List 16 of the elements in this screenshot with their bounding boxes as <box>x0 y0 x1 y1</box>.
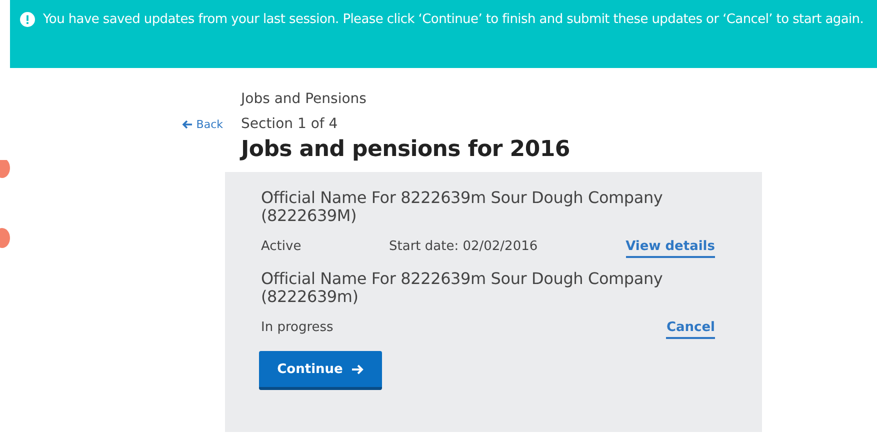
alert-message: You have saved updates from your last session. Please click ‘Continue’ to finish and submit these updates or ‘Cancel’ to start again. <box>43 11 864 29</box>
view-details-link[interactable]: View details <box>626 239 715 258</box>
exclamation-icon <box>20 12 35 27</box>
employer-name: Official Name For 8222639m Sour Dough Company (8222639m) <box>261 270 664 306</box>
start-date: Start date: 02/02/2016 <box>389 239 539 254</box>
employer-name: Official Name For 8222639m Sour Dough Company (8222639M) <box>261 189 664 225</box>
breadcrumb: Jobs and Pensions <box>241 90 368 108</box>
page-heading: Jobs and pensions for 2016 <box>241 137 570 162</box>
section-counter: Section 1 of 4 <box>241 115 339 133</box>
status-text: In progress <box>261 320 334 335</box>
arrow-right-icon <box>350 364 364 374</box>
back-link[interactable]: Back <box>182 117 223 131</box>
status-text: Active <box>261 239 302 254</box>
continue-button[interactable]: Continue <box>259 351 382 390</box>
cancel-link[interactable]: Cancel <box>666 320 715 339</box>
arrow-left-icon <box>182 120 194 128</box>
